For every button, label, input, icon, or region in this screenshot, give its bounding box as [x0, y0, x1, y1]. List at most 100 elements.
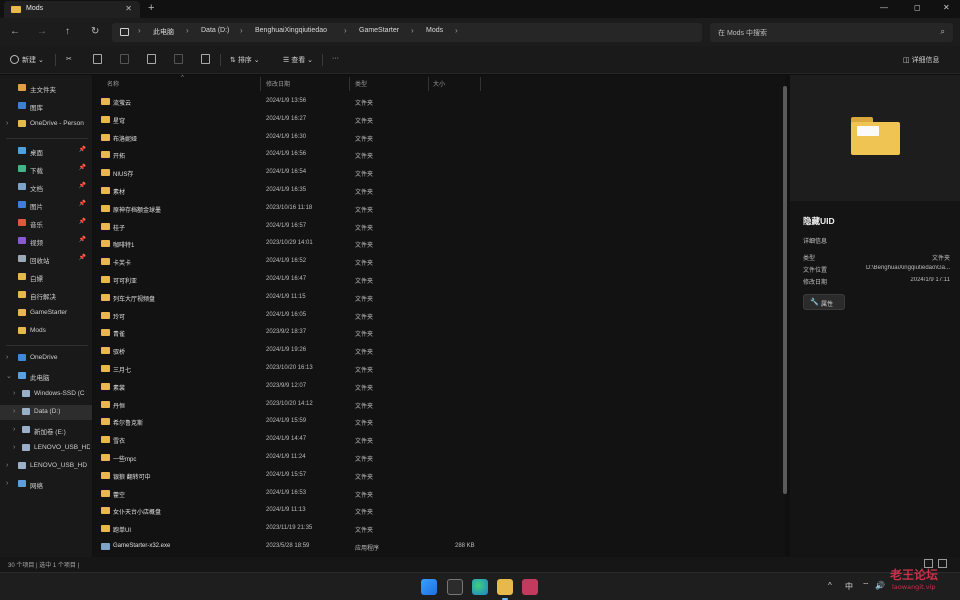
table-row[interactable]: 银狼 翻转可中 2024/1/9 15:57 文件夹 [93, 467, 785, 485]
sidebar-item[interactable]: 自行解决 [0, 288, 92, 303]
view-button[interactable]: ☰ 查看 ⌄ [283, 55, 313, 65]
tab-mods[interactable]: Mods ✕ [4, 1, 140, 18]
address-bar[interactable]: › 此电脑 › Data (D:) › BenghuaiXingqiutieda… [112, 23, 702, 42]
minimize-button[interactable]: — [880, 3, 888, 12]
up-button[interactable]: ↑ [65, 26, 70, 37]
expand-chevron-icon[interactable]: › [6, 480, 8, 487]
copy-icon[interactable] [93, 54, 102, 64]
breadcrumb-mods[interactable]: Mods [426, 27, 443, 34]
delete-icon[interactable] [201, 54, 210, 64]
sidebar-item[interactable]: 主文件夹 [0, 81, 92, 96]
table-row[interactable]: 可可利亚 2024/1/9 16:47 文件夹 [93, 271, 785, 289]
search-input[interactable]: 在 Mods 中搜索 ⌕ [710, 23, 953, 42]
table-row[interactable]: 希尔鲁克斯 2024/1/9 15:59 文件夹 [93, 413, 785, 431]
table-row[interactable]: 星穹 2024/1/9 16:27 文件夹 [93, 111, 785, 129]
back-button[interactable]: ← [10, 26, 20, 37]
table-row[interactable]: 玲可 2024/1/9 16:05 文件夹 [93, 307, 785, 325]
table-row[interactable]: 跑单UI 2023/11/19 21:35 文件夹 [93, 520, 785, 538]
sidebar-item[interactable]: ⌄ 此电脑 [0, 369, 92, 384]
input-method-icon[interactable]: 中 [845, 581, 853, 592]
sidebar-item[interactable]: › 网络 [0, 477, 92, 492]
sidebar-item[interactable]: › Data (D:) [0, 405, 92, 420]
sidebar-item[interactable]: Mods [0, 324, 92, 339]
column-divider[interactable] [428, 77, 429, 91]
expand-chevron-icon[interactable]: › [13, 390, 15, 397]
table-row[interactable]: 女仆天台小店概盘 2024/1/9 11:13 文件夹 [93, 502, 785, 520]
sidebar-item[interactable]: › LENOVO_USB_HD [0, 441, 92, 456]
properties-button[interactable]: 🔧 属性 [803, 294, 845, 310]
expand-chevron-icon[interactable]: › [13, 426, 15, 433]
sidebar-item[interactable]: GameStarter [0, 306, 92, 321]
table-row[interactable]: 素裳 2023/9/9 12:07 文件夹 [93, 378, 785, 396]
volume-icon[interactable]: 🔊 [875, 581, 885, 590]
sort-button[interactable]: ⇅ 排序 ⌄ [230, 55, 260, 65]
sidebar-item[interactable]: › OneDrive - Person [0, 117, 92, 132]
sidebar-item[interactable]: › Windows-SSD (C [0, 387, 92, 402]
column-divider[interactable] [260, 77, 261, 91]
expand-chevron-icon[interactable]: › [6, 354, 8, 361]
table-row[interactable]: GameStarter-x32.exe 2023/5/28 18:59 应用程序 28… [93, 538, 785, 556]
column-divider[interactable] [480, 77, 481, 91]
breadcrumb-pc[interactable]: 此电脑 [153, 27, 174, 37]
table-row[interactable]: 一些mpc 2024/1/9 11:24 文件夹 [93, 449, 785, 467]
vertical-scrollbar[interactable] [783, 86, 787, 494]
paste-icon[interactable] [120, 54, 129, 64]
sidebar-item[interactable]: › OneDrive [0, 351, 92, 366]
maximize-button[interactable]: ◻ [914, 3, 921, 12]
share-icon[interactable] [174, 54, 183, 64]
table-row[interactable]: 驭桥 2024/1/9 19:26 文件夹 [93, 342, 785, 360]
table-row[interactable]: 雪衣 2024/1/9 14:47 文件夹 [93, 431, 785, 449]
breadcrumb-benghuai[interactable]: BenghuaiXingqiutiedao [255, 27, 327, 34]
column-header-type[interactable]: 类型 [355, 79, 367, 88]
table-row[interactable]: 丹恒 2023/10/20 14:12 文件夹 [93, 396, 785, 414]
sidebar-item[interactable]: › 新加卷 (E:) [0, 423, 92, 438]
table-row[interactable]: 原神存档额金球墨 2023/10/16 11:18 文件夹 [93, 200, 785, 218]
table-row[interactable]: NIUS存 2024/1/9 16:54 文件夹 [93, 164, 785, 182]
column-header-size[interactable]: 大小 [433, 79, 445, 88]
sidebar-item[interactable]: 音乐 📌 [0, 216, 92, 231]
sidebar-item[interactable]: 下载 📌 [0, 162, 92, 177]
table-row[interactable]: 咖啡特1 2023/10/29 14:01 文件夹 [93, 235, 785, 253]
sidebar-item[interactable]: 视频 📌 [0, 234, 92, 249]
table-row[interactable]: 三月七 2023/10/20 16:13 文件夹 [93, 360, 785, 378]
expand-chevron-icon[interactable]: › [6, 462, 8, 469]
table-row[interactable]: 流萤云 2024/1/9 13:56 文件夹 [93, 93, 785, 111]
breadcrumb-expand-icon[interactable]: › [455, 26, 458, 35]
close-window-button[interactable]: ✕ [943, 3, 950, 12]
wifi-icon[interactable]: ⌔ [862, 581, 870, 591]
search-icon[interactable]: ⌕ [941, 27, 945, 37]
sidebar-item[interactable]: 文档 📌 [0, 180, 92, 195]
table-row[interactable]: 卡芙卡 2024/1/9 16:52 文件夹 [93, 253, 785, 271]
new-button[interactable]: 新建 ⌄ [10, 55, 44, 65]
forward-button[interactable]: → [37, 26, 47, 37]
table-row[interactable]: 素材 2024/1/9 16:35 文件夹 [93, 182, 785, 200]
table-row[interactable]: 桂子 2024/1/9 16:57 文件夹 [93, 218, 785, 236]
table-row[interactable]: 青雀 2023/9/2 18:37 文件夹 [93, 324, 785, 342]
expand-chevron-icon[interactable]: › [13, 408, 15, 415]
breadcrumb-gamestarter[interactable]: GameStarter [359, 27, 399, 34]
app-icon[interactable] [522, 579, 538, 595]
sidebar-item[interactable]: 回收站 📌 [0, 252, 92, 267]
column-divider[interactable] [349, 77, 350, 91]
column-header-date[interactable]: 修改日期 [266, 79, 290, 88]
sidebar-item[interactable]: 白嫖 [0, 270, 92, 285]
expand-chevron-icon[interactable]: › [13, 444, 15, 451]
expand-chevron-icon[interactable]: ⌄ [6, 372, 12, 380]
task-view-icon[interactable] [447, 579, 463, 595]
expand-chevron-icon[interactable]: › [6, 120, 8, 127]
sidebar-item[interactable]: 桌面 📌 [0, 144, 92, 159]
table-row[interactable]: 开拓 2024/1/9 16:56 文件夹 [93, 146, 785, 164]
cut-button[interactable]: ✂ [66, 55, 72, 63]
rename-icon[interactable] [147, 54, 156, 64]
new-tab-button[interactable]: + [148, 2, 154, 14]
edge-browser-icon[interactable] [472, 579, 488, 595]
start-icon[interactable] [421, 579, 437, 595]
file-explorer-icon[interactable] [497, 579, 513, 600]
close-tab-icon[interactable]: ✕ [125, 4, 132, 13]
table-row[interactable]: 布洛妮娅 2024/1/9 16:30 文件夹 [93, 129, 785, 147]
breadcrumb-data-d[interactable]: Data (D:) [201, 27, 229, 34]
more-options-button[interactable]: ··· [332, 55, 339, 62]
details-pane-button[interactable]: ◫ 详细信息 [903, 55, 940, 65]
sidebar-item[interactable]: 图库 [0, 99, 92, 114]
tray-overflow-icon[interactable]: ^ [828, 581, 832, 590]
